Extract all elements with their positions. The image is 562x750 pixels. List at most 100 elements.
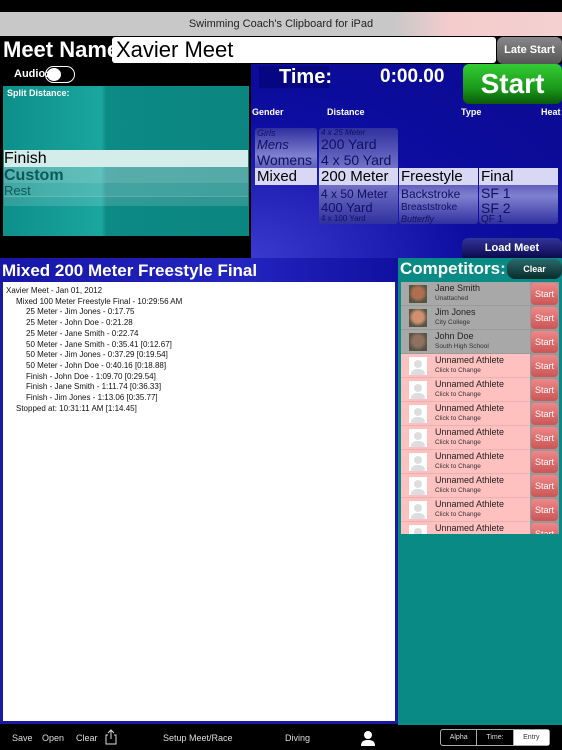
meet-name-label: Meet Name: xyxy=(3,37,127,62)
athlete-start-button[interactable]: Start xyxy=(531,379,558,401)
log-line: 50 Meter - Jim Jones - 0:37.29 [0:19.54] xyxy=(26,350,168,360)
competitors-title: Competitors: xyxy=(400,259,506,278)
log-line: 25 Meter - John Doe - 0:21.28 xyxy=(26,318,133,328)
type-header: Type xyxy=(461,107,482,117)
competitor-row[interactable]: Unnamed Athlete Click to Change Start xyxy=(401,474,559,498)
competitor-row[interactable]: Unnamed AthleteClick to ChangeStart xyxy=(401,426,559,450)
athlete-name: Unnamed Athlete xyxy=(435,499,505,509)
athlete-name: Unnamed Athlete xyxy=(435,475,505,485)
late-start-button[interactable]: Late Start xyxy=(497,37,562,64)
log-line: 50 Meter - John Doe - 0:40.16 [0:18.88] xyxy=(26,360,167,370)
wheel-item[interactable]: QF 1 xyxy=(481,214,503,224)
athlete-start-button[interactable]: Start xyxy=(531,403,558,425)
meet-name-input[interactable] xyxy=(112,37,496,63)
athlete-team: Click to Change xyxy=(435,487,481,494)
load-meet-button[interactable]: Load Meet xyxy=(462,238,562,258)
competitor-list[interactable]: Jane Smith Unattached Start Jim Jones City C… xyxy=(401,282,559,534)
athlete-team: Click to Change xyxy=(435,367,481,374)
athlete-start-button[interactable]: Start xyxy=(531,307,558,329)
wheel-item[interactable]: Butterfly xyxy=(401,214,434,224)
audio-label: Audio: xyxy=(14,68,49,80)
athlete-start-button[interactable]: Start xyxy=(531,475,558,497)
save-button[interactable]: Save xyxy=(12,733,33,743)
athlete-start-button[interactable]: Start xyxy=(531,523,558,534)
distance-selected[interactable]: 200 Meter xyxy=(319,168,398,185)
athlete-name: Unnamed Athlete xyxy=(435,355,505,365)
wheel-item[interactable]: Womens xyxy=(257,152,312,168)
split-distance-picker[interactable]: Split Distance: Finish Custom Rest None xyxy=(3,86,249,236)
competitor-row[interactable]: Unnamed Athlete Click to Change Start xyxy=(401,498,559,522)
athlete-name: Unnamed Athlete xyxy=(435,403,505,413)
split-option-selected[interactable]: Finish xyxy=(4,150,248,167)
clear-competitors-button[interactable]: Clear xyxy=(507,259,562,279)
sort-time[interactable]: Time: xyxy=(477,730,514,745)
placeholder-avatar-icon xyxy=(409,429,427,447)
athlete-team: Click to Change xyxy=(435,415,481,422)
wheel-item[interactable]: 400 Yard xyxy=(321,200,373,215)
athlete-start-button[interactable]: Start xyxy=(531,283,558,305)
log-line: Finish - Jane Smith - 1:11.74 [0:36.33] xyxy=(26,382,162,392)
wheel-item[interactable]: 200 Yard xyxy=(321,136,377,152)
athlete-name: Jim Jones xyxy=(435,307,476,317)
athlete-name: John Doe xyxy=(435,331,474,341)
gender-selected[interactable]: Mixed xyxy=(255,168,317,185)
athlete-photo xyxy=(409,285,427,303)
split-option[interactable]: Custom xyxy=(4,167,248,184)
competitor-row[interactable]: Unnamed Athlete Click to Change Start xyxy=(401,402,559,426)
open-button[interactable]: Open xyxy=(42,733,64,743)
competitor-row[interactable]: Jim Jones City College Start xyxy=(401,306,559,330)
split-option[interactable]: None xyxy=(4,196,248,206)
athlete-start-button[interactable]: Start xyxy=(531,427,558,449)
audio-toggle[interactable] xyxy=(45,66,75,83)
wheel-item[interactable]: SF 1 xyxy=(481,185,511,201)
athlete-start-button[interactable]: Start xyxy=(531,451,558,473)
athlete-photo xyxy=(409,309,427,327)
sort-entry[interactable]: Entry xyxy=(513,730,549,745)
competitor-row[interactable]: Jane Smith Unattached Start xyxy=(401,282,559,306)
log-line: Xavier Meet - Jan 01, 2012 xyxy=(6,286,103,295)
person-icon[interactable] xyxy=(360,730,376,746)
athlete-start-button[interactable]: Start xyxy=(531,499,558,521)
share-icon[interactable] xyxy=(105,729,117,745)
wheel-item[interactable]: Breaststroke xyxy=(401,202,457,213)
athlete-start-button[interactable]: Start xyxy=(531,331,558,353)
athlete-name: Unnamed Athlete xyxy=(435,523,505,533)
clear-button[interactable]: Clear xyxy=(76,733,98,743)
race-log[interactable]: Xavier Meet - Jan 01, 2012 Mixed 100 Mete… xyxy=(0,282,398,724)
athlete-name: Jane Smith xyxy=(435,283,481,293)
type-selected[interactable]: Freestyle xyxy=(399,168,478,185)
wheel-item[interactable]: Mens xyxy=(257,137,289,152)
sort-segmented-control[interactable]: Alpha Time: Entry xyxy=(440,729,550,746)
split-option[interactable]: Rest xyxy=(4,183,248,198)
race-title: Mixed 200 Meter Freestyle Final xyxy=(0,258,398,282)
sort-alpha[interactable]: Alpha xyxy=(441,730,478,745)
split-distance-label: Split Distance: xyxy=(7,88,70,98)
competitor-row[interactable]: Unnamed AthleteClick to ChangeStart xyxy=(401,378,559,402)
wheel-item[interactable]: 4 x 50 Meter xyxy=(321,187,388,201)
start-button[interactable]: Start xyxy=(463,64,562,104)
competitor-row[interactable]: John Doe South High School Start xyxy=(401,330,559,354)
heat-selected[interactable]: Final xyxy=(479,168,558,185)
athlete-photo xyxy=(409,333,427,351)
wheel-item[interactable]: 4 x 50 Yard xyxy=(321,152,391,168)
athlete-team: Click to Change xyxy=(435,511,481,518)
placeholder-avatar-icon xyxy=(409,357,427,375)
athlete-name: Unnamed Athlete xyxy=(435,451,505,461)
setup-meet-race-button[interactable]: Setup Meet/Race xyxy=(163,733,233,743)
gender-header: Gender xyxy=(252,107,284,117)
athlete-name: Unnamed Athlete xyxy=(435,379,505,389)
diving-button[interactable]: Diving xyxy=(285,733,310,743)
competitor-row[interactable]: Unnamed AthleteClick to ChangeStart xyxy=(401,522,559,534)
competitor-row[interactable]: Unnamed Athlete Click to Change Start xyxy=(401,450,559,474)
placeholder-avatar-icon xyxy=(409,477,427,495)
athlete-start-button[interactable]: Start xyxy=(531,355,558,377)
competitor-row[interactable]: Unnamed Athlete Click to Change Start xyxy=(401,354,559,378)
time-label: Time: xyxy=(259,66,332,88)
log-line: Finish - John Doe - 1:09.70 [0:29.54] xyxy=(26,371,156,381)
athlete-team: Click to Change xyxy=(435,463,481,470)
time-value: 0:00.00 xyxy=(380,66,445,87)
placeholder-avatar-icon xyxy=(409,525,427,534)
wheel-item[interactable]: 4 x 100 Yard xyxy=(321,214,366,223)
wheel-item[interactable]: Backstroke xyxy=(401,187,460,201)
log-line: 25 Meter - Jane Smith - 0:22.74 xyxy=(26,328,139,338)
